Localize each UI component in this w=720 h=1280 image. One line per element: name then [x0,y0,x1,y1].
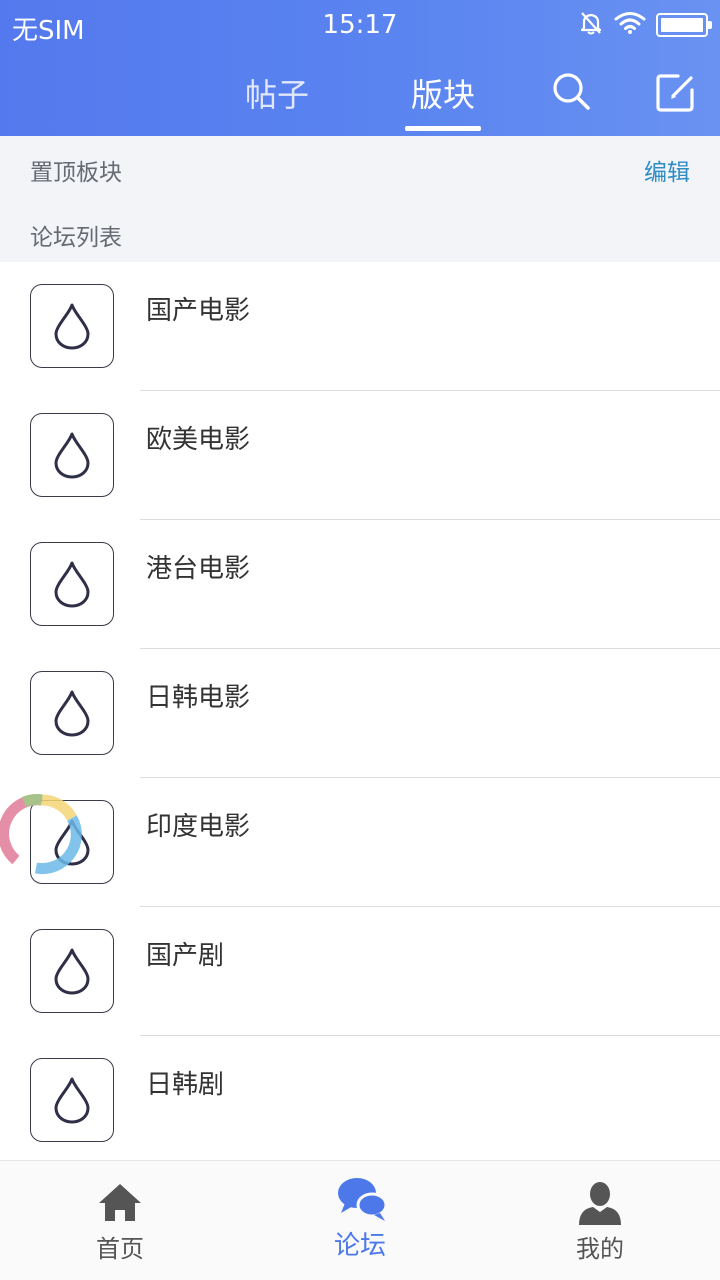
droplet-icon [30,284,114,368]
pinned-boards-header: 置顶板块 编辑 [0,136,720,200]
compose-icon[interactable] [654,70,698,114]
tab-me[interactable]: 我的 [480,1161,720,1280]
droplet-icon [30,413,114,497]
forum-name: 国产电影 [146,296,251,326]
forum-name: 欧美电影 [146,425,251,455]
forum-name: 港台电影 [146,554,251,584]
search-icon[interactable] [550,70,594,114]
tab-home-label: 首页 [96,1235,144,1263]
tab-forum-label: 论坛 [333,1231,386,1261]
status-icons [578,10,712,40]
forum-name: 日韩电影 [146,683,251,713]
list-item[interactable]: 欧美电影 [0,391,720,520]
forum-name: 国产剧 [146,941,225,971]
droplet-icon [30,1058,114,1142]
user-icon [576,1179,624,1227]
tab-home[interactable]: 首页 [0,1161,240,1280]
chat-bubbles-icon [336,1175,388,1223]
forum-list-header: 论坛列表 [0,200,720,262]
list-item[interactable]: 港台电影 [0,520,720,649]
forum-list-label: 论坛列表 [30,225,122,251]
battery-icon [656,13,712,37]
home-icon [96,1179,144,1227]
edit-button[interactable]: 编辑 [644,153,690,187]
bottom-tab-bar: 首页 论坛 我的 [0,1160,720,1280]
active-tab-indicator [405,126,481,131]
top-nav: 帖子 版块 [0,52,720,136]
mute-bell-icon [578,10,604,40]
list-item[interactable]: 日韩剧 [0,1036,720,1165]
forum-name: 印度电影 [146,812,251,842]
droplet-icon [30,542,114,626]
status-bar: 无SIM 15:17 [0,0,720,52]
tab-me-label: 我的 [576,1235,624,1263]
pinned-boards-label: 置顶板块 [30,160,122,186]
floating-assistant-icon[interactable] [0,788,88,880]
forum-list: 国产电影 欧美电影 港台电影 日韩电影 印度电影 国产剧 日韩剧 [0,262,720,1165]
tab-boards[interactable]: 版块 [398,70,488,118]
app-header: 无SIM 15:17 帖子 版块 [0,0,720,136]
tab-posts[interactable]: 帖子 [232,70,322,118]
tab-forum[interactable]: 论坛 [240,1161,480,1280]
forum-name: 日韩剧 [146,1070,225,1100]
wifi-icon [614,11,646,39]
droplet-icon [30,671,114,755]
list-item[interactable]: 印度电影 [0,778,720,907]
list-item[interactable]: 日韩电影 [0,649,720,778]
list-item[interactable]: 国产剧 [0,907,720,1036]
droplet-icon [30,929,114,1013]
list-item[interactable]: 国产电影 [0,262,720,391]
